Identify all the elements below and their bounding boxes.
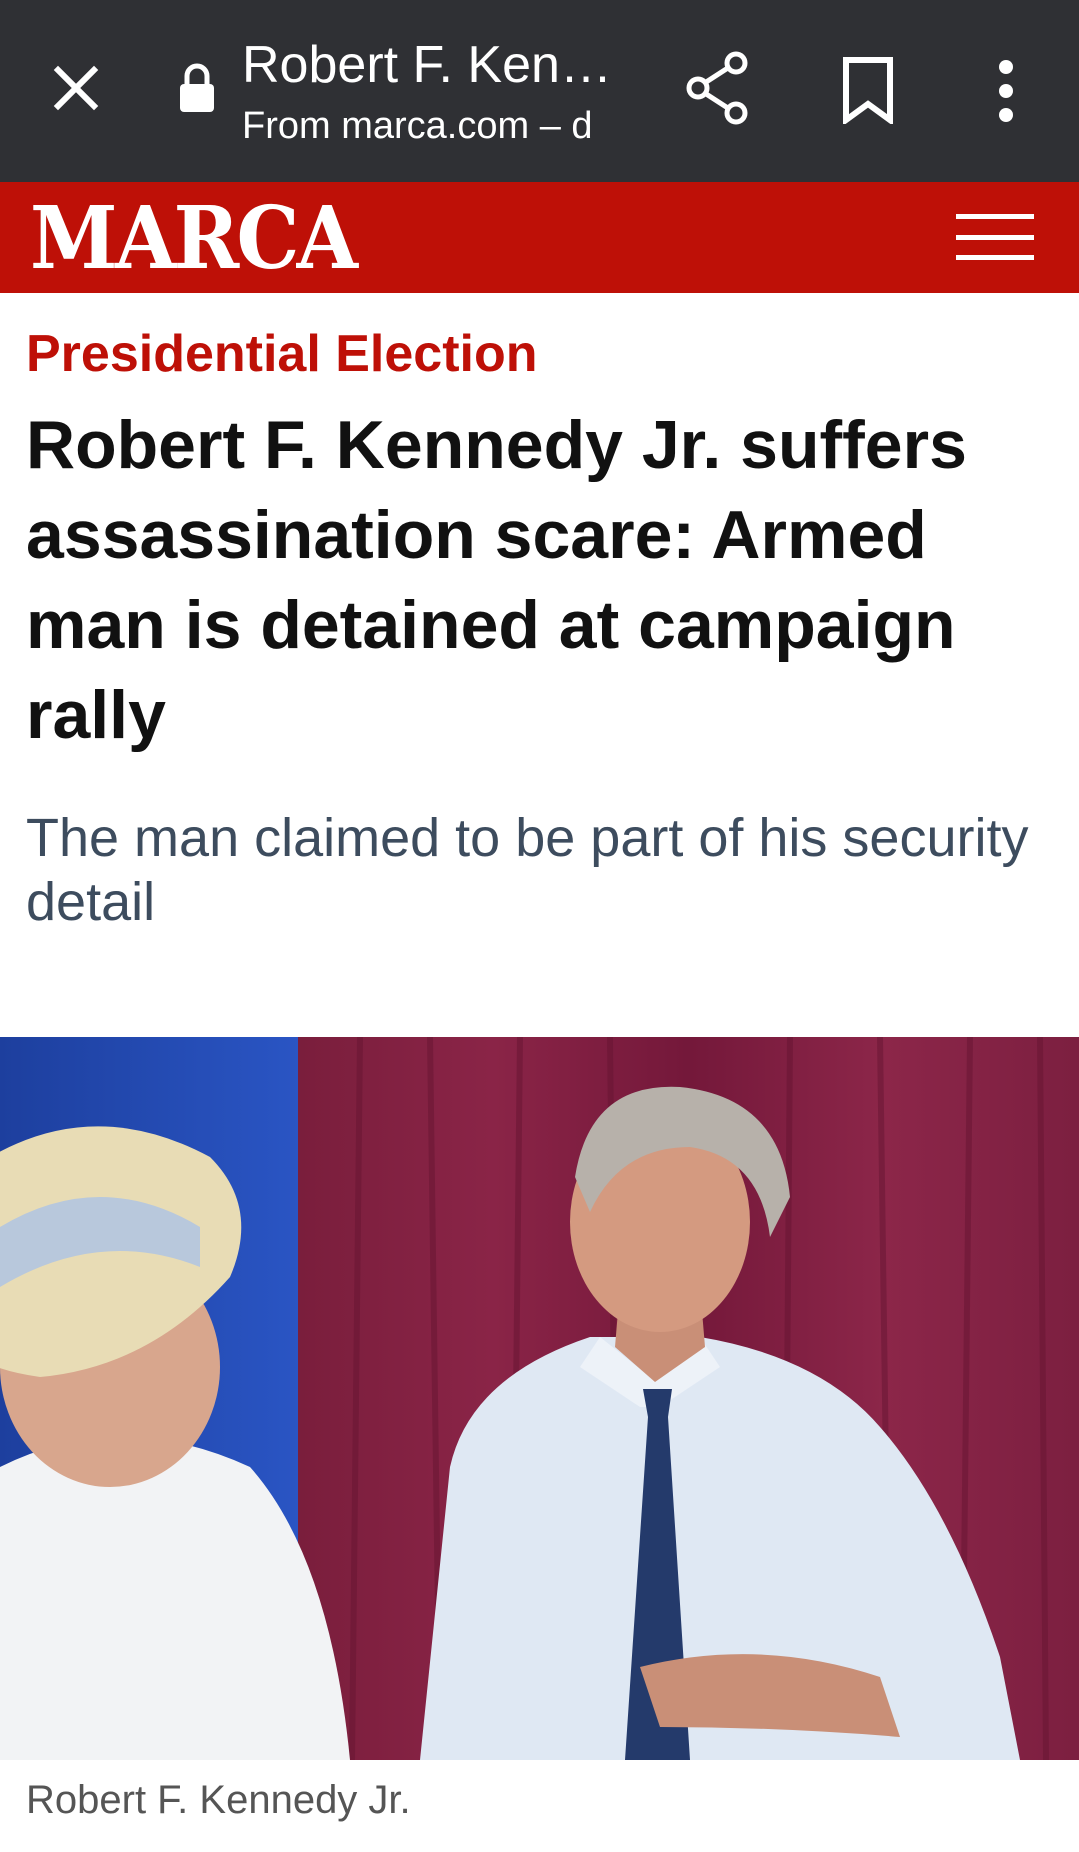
menu-line	[956, 255, 1034, 260]
page-title: Robert F. Ken…	[242, 36, 612, 94]
marca-logo[interactable]: MARCA	[30, 196, 358, 282]
hamburger-icon[interactable]	[956, 214, 1034, 260]
close-button[interactable]	[44, 56, 108, 120]
menu-line	[956, 214, 1034, 219]
article-headline: Robert F. Kennedy Jr. suffers assassinat…	[26, 407, 967, 753]
close-icon	[53, 65, 99, 111]
article-photo	[0, 1037, 1079, 1760]
lock-icon[interactable]	[178, 62, 216, 114]
photo-caption: Robert F. Kennedy Jr.	[26, 1778, 411, 1822]
menu-line	[956, 234, 1034, 240]
more-vert-icon[interactable]	[988, 58, 1024, 124]
article-subtitle: The man claimed to be part of his securi…	[26, 808, 1029, 932]
page-title-block[interactable]: Robert F. Ken… From marca.com – d	[242, 34, 622, 150]
page-source-url: From marca.com – d	[242, 105, 593, 147]
bookmark-icon[interactable]	[840, 56, 896, 124]
share-icon[interactable]	[684, 50, 750, 126]
section-label[interactable]: Presidential Election	[26, 320, 538, 388]
browser-top-bar: Robert F. Ken… From marca.com – d	[0, 0, 1079, 182]
site-header: MARCA	[0, 182, 1079, 293]
